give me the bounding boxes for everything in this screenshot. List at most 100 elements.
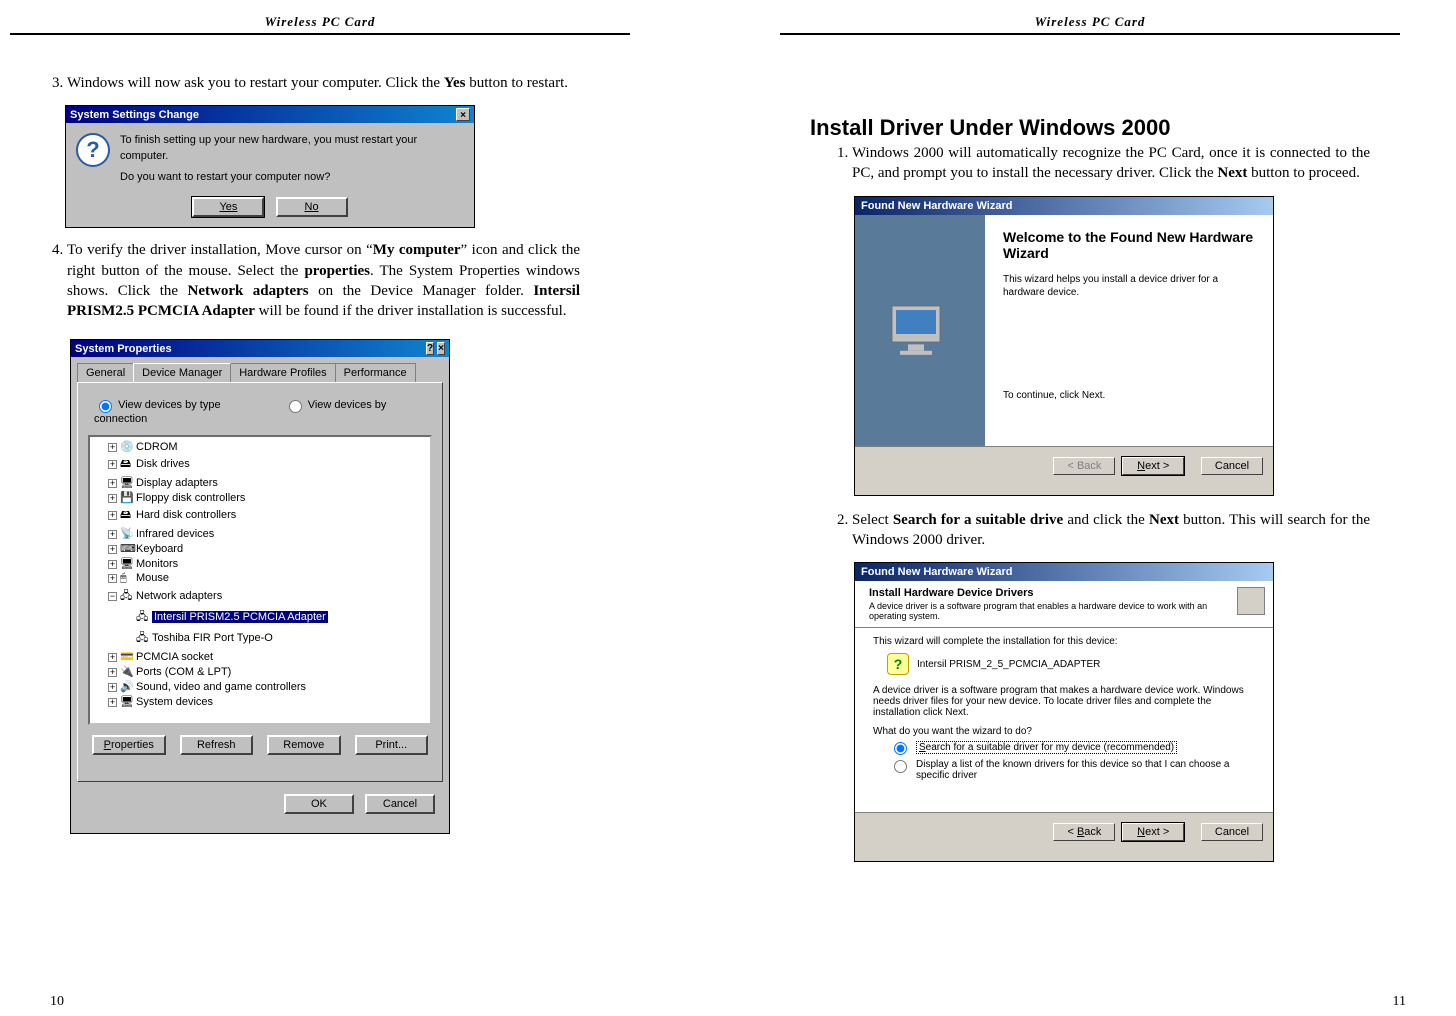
device-name: Intersil PRISM_2_5_PCMCIA_ADAPTER — [917, 659, 1100, 670]
dialog-titlebar: System Settings Change × — [66, 106, 474, 123]
steps-list-right-2: Select Search for a suitable drive and c… — [810, 510, 1370, 551]
text: on the Device Manager folder. — [309, 283, 534, 299]
system-properties-dialog: System Properties ? × General Device Man… — [70, 339, 450, 834]
radio-search-driver[interactable]: Search for a suitable driver for my devi… — [889, 741, 1255, 755]
back-button[interactable]: < Back — [1053, 823, 1115, 841]
steps-list-right: Windows 2000 will automatically recogniz… — [810, 143, 1370, 184]
radio-by-type[interactable]: View devices by type — [94, 399, 221, 411]
page-right: Wireless PC Card Install Driver Under Wi… — [780, 10, 1400, 876]
properties-button[interactable]: Properties — [92, 735, 166, 755]
tree-item: +🔌Ports (COM & LPT) — [90, 664, 430, 679]
tree-item: +🖥Display adapters — [90, 475, 430, 490]
bold: Next — [1217, 165, 1247, 181]
tree-item: +🖴Disk drives — [90, 454, 430, 475]
label: View devices by type — [118, 399, 221, 411]
page-left: Wireless PC Card Windows will now ask yo… — [10, 10, 630, 876]
text: Select — [852, 512, 893, 528]
dialog-titlebar: System Properties ? × — [71, 340, 449, 357]
question-icon: ? — [76, 133, 110, 167]
wizard-heading: Welcome to the Found New Hardware Wizard — [1003, 229, 1259, 261]
bold: Next — [1149, 512, 1179, 528]
dialog-title: System Settings Change — [70, 109, 199, 121]
wizard-subtitle: Install Hardware Device Drivers — [869, 587, 1235, 599]
yes-button[interactable]: Yes — [192, 197, 264, 217]
text: What do you want the wizard to do? — [873, 726, 1255, 737]
ok-button[interactable]: OK — [284, 794, 354, 814]
text: button to proceed. — [1247, 165, 1359, 181]
tree-item: 🖧Toshiba FIR Port Type-O — [90, 628, 430, 649]
print-button[interactable]: Print... — [355, 735, 429, 755]
tab-general[interactable]: General — [77, 363, 134, 382]
text: will be found if the driver installation… — [255, 303, 567, 319]
next-button[interactable]: Next > — [1122, 823, 1184, 841]
dialog-title: System Properties — [75, 343, 172, 355]
wizard-header: Install Hardware Device Drivers A device… — [855, 581, 1273, 628]
text: Windows will now ask you to restart your… — [67, 75, 444, 91]
tree-item: +💾Floppy disk controllers — [90, 490, 430, 505]
page-footer: 10 11 — [0, 994, 1456, 1010]
back-button: < Back — [1053, 457, 1115, 475]
page-number-right: 11 — [1393, 994, 1406, 1010]
remove-button[interactable]: Remove — [267, 735, 341, 755]
tab-device-manager[interactable]: Device Manager — [133, 363, 231, 382]
step-2: Select Search for a suitable drive and c… — [852, 510, 1370, 551]
text: Do you want to restart your computer now… — [120, 170, 460, 185]
steps-list-left-2: To verify the driver installation, Move … — [25, 240, 580, 321]
close-icon[interactable]: × — [437, 342, 445, 355]
tree-item: +🖱Mouse — [90, 571, 430, 586]
tree-item: −🖧Network adapters — [90, 586, 430, 607]
text: To finish setting up your new hardware, … — [120, 133, 460, 164]
page-header-left: Wireless PC Card — [10, 10, 630, 35]
device-tree[interactable]: +💿CDROM +🖴Disk drives +🖥Display adapters… — [88, 435, 432, 725]
tab-performance[interactable]: Performance — [335, 363, 416, 382]
unknown-device-icon: ? — [887, 653, 909, 675]
tree-item: +🖥Monitors — [90, 556, 430, 571]
found-new-hardware-wizard-welcome: Found New Hardware Wizard Welcome to the… — [854, 196, 1274, 496]
wizard-sidebar-image — [855, 215, 985, 446]
cancel-button[interactable]: Cancel — [365, 794, 435, 814]
page-number-left: 10 — [50, 994, 64, 1010]
tree-item: +📡Infrared devices — [90, 526, 430, 541]
hardware-icon — [1237, 587, 1265, 615]
next-button[interactable]: Next > — [1122, 457, 1184, 475]
label: Yes — [219, 201, 237, 213]
dialog-titlebar: Found New Hardware Wizard — [855, 563, 1273, 581]
cancel-button[interactable]: Cancel — [1201, 823, 1263, 841]
step-3: Windows will now ask you to restart your… — [67, 73, 580, 93]
wizard-continue-text: To continue, click Next. — [1003, 389, 1259, 402]
bold: My computer — [373, 242, 461, 258]
help-icon[interactable]: ? — [426, 342, 434, 355]
page-header-right: Wireless PC Card — [780, 10, 1400, 35]
tree-item: +💳PCMCIA socket — [90, 649, 430, 664]
label: Display a list of the known drivers for … — [916, 759, 1255, 781]
no-button[interactable]: No — [276, 197, 348, 217]
tree-item: +⌨Keyboard — [90, 541, 430, 556]
cancel-button[interactable]: Cancel — [1201, 457, 1263, 475]
label: roperties — [111, 739, 154, 751]
tree-item: +🖴Hard disk controllers — [90, 505, 430, 526]
radio-display-list[interactable]: Display a list of the known drivers for … — [889, 759, 1255, 781]
radio-row: View devices by type View devices by con… — [94, 397, 432, 425]
tree-item: +💿CDROM — [90, 439, 430, 454]
text: To verify the driver installation, Move … — [67, 242, 373, 258]
text: This wizard will complete the installati… — [873, 636, 1255, 647]
section-title: Install Driver Under Windows 2000 — [810, 115, 1370, 141]
close-icon[interactable]: × — [456, 108, 470, 121]
device-row: ? Intersil PRISM_2_5_PCMCIA_ADAPTER — [887, 653, 1255, 675]
bold: Network adapters — [188, 283, 309, 299]
label: No — [305, 201, 319, 213]
text: A device driver is a software program th… — [873, 685, 1255, 718]
system-settings-change-dialog: System Settings Change × ? To finish set… — [65, 105, 475, 228]
bold: properties — [304, 263, 370, 279]
refresh-button[interactable]: Refresh — [180, 735, 254, 755]
tree-item: +🔊Sound, video and game controllers — [90, 679, 430, 694]
text: button to restart. — [466, 75, 568, 91]
tab-row: General Device Manager Hardware Profiles… — [71, 357, 449, 382]
tree-item-selected: 🖧Intersil PRISM2.5 PCMCIA Adapter — [90, 607, 430, 628]
tab-hardware-profiles[interactable]: Hardware Profiles — [230, 363, 335, 382]
bold: Yes — [444, 75, 466, 91]
wizard-text: This wizard helps you install a device d… — [1003, 273, 1259, 299]
hardware-icon — [880, 290, 960, 370]
step-1: Windows 2000 will automatically recogniz… — [852, 143, 1370, 184]
dialog-titlebar: Found New Hardware Wizard — [855, 197, 1273, 215]
